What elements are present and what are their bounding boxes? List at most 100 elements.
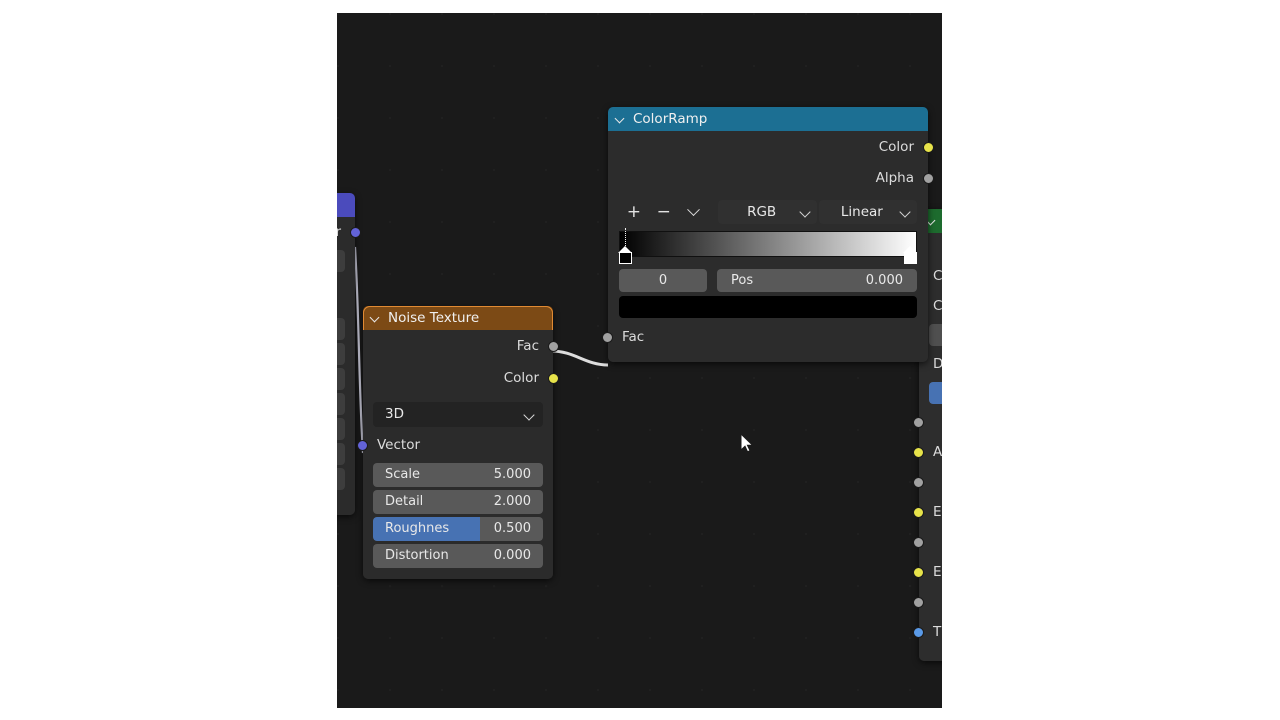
socket-label-bsdf-9: E bbox=[933, 564, 942, 580]
socket-label-colorramp-fac: Fac bbox=[622, 329, 645, 345]
noise-output-row-color[interactable]: Color bbox=[363, 363, 559, 393]
noise-prop-scale-value: 5.000 bbox=[493, 467, 531, 482]
noise-prop-roughness-label: Roughnes bbox=[385, 521, 450, 536]
node-noise-texture-body: Fac Color 3D Vector Scale 5.000 Detail 2… bbox=[357, 330, 559, 579]
shader-node-editor-viewport[interactable]: r C C D A E E T ColorRamp Color Alpha + … bbox=[337, 13, 942, 708]
colorramp-active-color-swatch[interactable] bbox=[619, 296, 917, 318]
node-texture-coordinate-header[interactable] bbox=[337, 193, 355, 217]
colorramp-output-row-color[interactable]: Color bbox=[608, 131, 934, 163]
socket-bsdf-4[interactable] bbox=[913, 417, 924, 428]
add-stop-button[interactable]: + bbox=[619, 200, 649, 224]
ramp-menu-button[interactable] bbox=[679, 200, 709, 224]
bsdf-widget-1[interactable] bbox=[929, 324, 942, 346]
socket-bsdf-10[interactable] bbox=[913, 597, 924, 608]
chevron-down-icon[interactable] bbox=[616, 114, 626, 124]
chevron-down-icon[interactable] bbox=[371, 313, 381, 323]
interpolation-select[interactable]: Linear bbox=[818, 200, 918, 224]
bsdf-socket-row-10[interactable] bbox=[913, 587, 942, 617]
texcoord-widget-4[interactable] bbox=[337, 368, 345, 390]
texcoord-widget-6[interactable] bbox=[337, 418, 345, 440]
chevron-down-icon bbox=[687, 202, 700, 216]
noise-prop-detail[interactable]: Detail 2.000 bbox=[373, 490, 543, 514]
socket-bsdf-9[interactable] bbox=[913, 567, 924, 578]
noise-prop-distortion-label: Distortion bbox=[385, 548, 449, 563]
node-colorramp-title: ColorRamp bbox=[633, 111, 708, 127]
remove-stop-button[interactable]: − bbox=[649, 200, 679, 224]
socket-colorramp-output-alpha[interactable] bbox=[923, 173, 934, 184]
socket-label-bsdf-11: T bbox=[933, 624, 942, 640]
node-texture-coordinate-body: r bbox=[337, 217, 361, 515]
colorramp-pos-field[interactable]: Pos 0.000 bbox=[717, 269, 917, 292]
link-noise-to-colorramp bbox=[550, 349, 609, 367]
colorramp-gradient-widget[interactable] bbox=[618, 228, 918, 264]
socket-bsdf-11[interactable] bbox=[913, 627, 924, 638]
socket-bsdf-6[interactable] bbox=[913, 477, 924, 488]
node-noise-texture[interactable]: Noise Texture Fac Color 3D Vector Scale … bbox=[357, 306, 559, 579]
bsdf-widget-2-fill bbox=[929, 382, 942, 404]
texcoord-widget-5[interactable] bbox=[337, 393, 345, 415]
noise-dimension-select[interactable]: 3D bbox=[373, 402, 543, 427]
colorramp-pos-value: 0.000 bbox=[865, 273, 903, 288]
noise-prop-distortion-value: 0.000 bbox=[493, 548, 531, 563]
noise-prop-detail-value: 2.000 bbox=[493, 494, 531, 509]
colorramp-output-row-alpha[interactable]: Alpha bbox=[608, 163, 934, 193]
socket-row-texcoord-output[interactable]: r bbox=[337, 217, 361, 247]
noise-prop-distortion[interactable]: Distortion 0.000 bbox=[373, 544, 543, 568]
node-colorramp-header[interactable]: ColorRamp bbox=[608, 107, 928, 131]
bsdf-socket-row-11[interactable]: T bbox=[913, 617, 942, 647]
color-mode-select[interactable]: RGB bbox=[718, 200, 817, 224]
bsdf-socket-row-6[interactable] bbox=[913, 467, 942, 497]
noise-prop-scale[interactable]: Scale 5.000 bbox=[373, 463, 543, 487]
bsdf-socket-row-5[interactable]: A bbox=[913, 437, 942, 467]
colorramp-input-row-fac[interactable]: Fac bbox=[602, 320, 928, 354]
socket-label-noise-fac: Fac bbox=[516, 338, 539, 354]
socket-noise-output-fac[interactable] bbox=[548, 341, 559, 352]
socket-bsdf-5[interactable] bbox=[913, 447, 924, 458]
colorramp-stop-0-swatch bbox=[619, 252, 632, 264]
noise-prop-roughness-value: 0.500 bbox=[493, 521, 531, 536]
socket-label-colorramp-alpha: Alpha bbox=[875, 170, 914, 186]
colorramp-pos-label: Pos bbox=[731, 273, 754, 288]
node-texture-coordinate[interactable]: r bbox=[337, 193, 361, 515]
socket-bsdf-7[interactable] bbox=[913, 507, 924, 518]
socket-label-bsdf-3: D bbox=[933, 356, 942, 372]
texcoord-widget-8[interactable] bbox=[337, 468, 345, 490]
noise-output-row-fac[interactable]: Fac bbox=[363, 330, 559, 363]
noise-input-row-vector[interactable]: Vector bbox=[357, 431, 553, 459]
socket-label-colorramp-color: Color bbox=[878, 139, 914, 155]
socket-colorramp-output-color[interactable] bbox=[923, 142, 934, 153]
socket-noise-output-color[interactable] bbox=[548, 373, 559, 384]
socket-label-bsdf-7: E bbox=[933, 504, 942, 520]
bsdf-socket-row-8[interactable] bbox=[913, 527, 942, 557]
colorramp-stop-0-marker-line bbox=[624, 228, 626, 246]
node-noise-texture-header[interactable]: Noise Texture bbox=[363, 306, 553, 330]
socket-colorramp-input-fac[interactable] bbox=[602, 332, 613, 343]
bsdf-socket-row-9[interactable]: E bbox=[913, 557, 942, 587]
texcoord-widget-3[interactable] bbox=[337, 343, 345, 365]
colorramp-stop-0[interactable] bbox=[618, 228, 633, 264]
socket-bsdf-8[interactable] bbox=[913, 537, 924, 548]
chevron-down-icon bbox=[523, 409, 535, 421]
texcoord-widget-7[interactable] bbox=[337, 443, 345, 465]
node-colorramp[interactable]: ColorRamp Color Alpha + − RGB Linear 0 P… bbox=[602, 107, 934, 362]
texcoord-widget-2[interactable] bbox=[337, 318, 345, 340]
chevron-down-icon bbox=[899, 206, 911, 218]
colorramp-stop-1[interactable] bbox=[903, 246, 918, 264]
mouse-cursor bbox=[740, 433, 754, 453]
bsdf-socket-row-7[interactable]: E bbox=[913, 497, 942, 527]
socket-label-noise-color: Color bbox=[503, 370, 539, 386]
bsdf-widget-2[interactable] bbox=[929, 382, 942, 404]
bsdf-socket-row-4[interactable] bbox=[913, 407, 942, 437]
socket-texcoord-output[interactable] bbox=[350, 227, 361, 238]
link-texcoord-to-noise bbox=[353, 246, 365, 454]
colorramp-gradient-bar[interactable] bbox=[619, 231, 917, 257]
colorramp-stop-index-field[interactable]: 0 bbox=[619, 269, 707, 292]
texcoord-widget-1[interactable] bbox=[337, 250, 345, 272]
node-colorramp-body: Color Alpha + − RGB Linear 0 Pos 0.000 F… bbox=[602, 131, 934, 362]
screen-root: r C C D A E E T ColorRamp Color Alpha + … bbox=[0, 0, 1280, 720]
socket-label-noise-vector: Vector bbox=[377, 437, 421, 453]
chevron-down-icon[interactable] bbox=[927, 216, 937, 226]
socket-noise-input-vector[interactable] bbox=[357, 440, 368, 451]
noise-prop-roughness[interactable]: Roughnes 0.500 bbox=[373, 517, 543, 541]
socket-label-bsdf-1: C bbox=[933, 268, 942, 284]
